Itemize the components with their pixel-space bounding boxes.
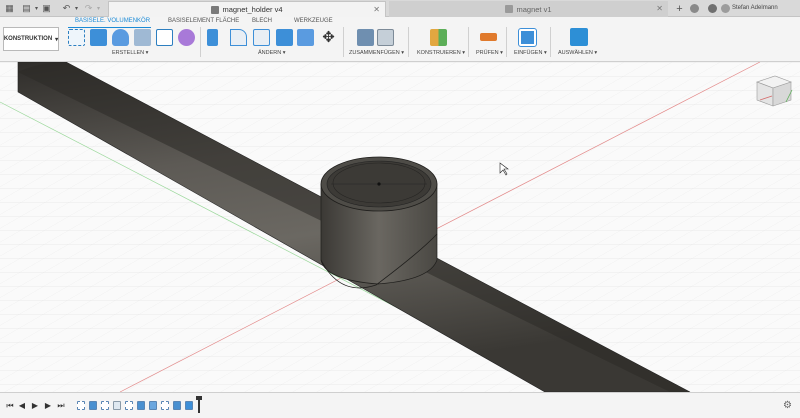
- group-construct[interactable]: KONSTRUIEREN ▾: [417, 50, 465, 56]
- joint-icon[interactable]: [377, 29, 394, 46]
- document-icon: [505, 5, 514, 13]
- redo-menu-icon[interactable]: ▾: [92, 2, 105, 15]
- notifications-icon[interactable]: [721, 4, 730, 13]
- fillet-icon[interactable]: [230, 29, 247, 46]
- close-icon[interactable]: ✕: [373, 5, 380, 14]
- shell-icon[interactable]: [276, 29, 293, 46]
- timeline-extrude-feature[interactable]: [89, 401, 97, 410]
- insert-image-icon[interactable]: [518, 28, 537, 47]
- canvas-viewport[interactable]: [0, 62, 800, 392]
- timeline-bar: ⏮ ◀ ▶ ▶ ⏭ ⚙: [0, 392, 800, 418]
- tab-sheet-metal[interactable]: BLECH: [252, 18, 272, 24]
- timeline-sketch-feature[interactable]: [101, 401, 109, 410]
- view-cube-icon[interactable]: [756, 75, 793, 107]
- group-assemble[interactable]: ZUSAMMENFÜGEN ▾: [349, 50, 404, 56]
- group-modify[interactable]: ÄNDERN ▾: [258, 50, 286, 56]
- timeline-fillet-feature[interactable]: [185, 401, 193, 410]
- timeline-combine-feature[interactable]: [149, 401, 157, 410]
- separator: [343, 27, 344, 57]
- create-sketch-icon[interactable]: [68, 29, 85, 46]
- timeline-sketch-feature[interactable]: [77, 401, 85, 410]
- document-tab-magnet-holder[interactable]: magnet_holder v4 ✕: [108, 1, 386, 17]
- group-insert[interactable]: EINFÜGEN ▾: [514, 50, 547, 56]
- model-scene[interactable]: [0, 62, 800, 392]
- move-icon[interactable]: ✥: [320, 29, 337, 46]
- plus-icon[interactable]: +: [673, 2, 686, 15]
- document-tab-label: magnet_holder v4: [222, 5, 283, 14]
- workspace-label: KONSTRUKTION: [3, 36, 53, 42]
- timeline-shell-feature[interactable]: [113, 401, 121, 410]
- play-icon[interactable]: ▶: [30, 400, 40, 411]
- separator: [408, 27, 409, 57]
- timeline-end-icon[interactable]: ⏭: [56, 400, 66, 411]
- document-tab-magnet[interactable]: magnet v1 ✕: [389, 1, 668, 17]
- select-cursor-icon[interactable]: [570, 28, 588, 46]
- help-icon[interactable]: [708, 4, 717, 13]
- tab-bar: ▦ ▤ ▾ ▣ ↶ ▾ ↷ ▾ magnet_holder v4 ✕ magne…: [0, 0, 800, 17]
- document-icon: [211, 5, 220, 14]
- apps-grid-icon[interactable]: ▦: [3, 2, 16, 15]
- extrude-icon[interactable]: [90, 29, 107, 46]
- separator: [200, 27, 201, 57]
- document-tab-label: magnet v1: [516, 4, 552, 14]
- timeline-extrude-feature[interactable]: [137, 401, 145, 410]
- group-create[interactable]: ERSTELLEN ▾: [112, 50, 148, 56]
- form-icon[interactable]: [178, 29, 195, 46]
- step-forward-icon[interactable]: ▶: [43, 400, 53, 411]
- measure-icon[interactable]: [480, 33, 497, 41]
- step-back-icon[interactable]: ◀: [17, 400, 27, 411]
- timeline-extrude-feature[interactable]: [173, 401, 181, 410]
- toolbar: KONSTRUKTION ▾ BASISELE. VOLUMENKÖR BASI…: [0, 17, 800, 62]
- center-point: [377, 182, 381, 186]
- save-icon[interactable]: ▣: [40, 2, 53, 15]
- gear-icon[interactable]: ⚙: [783, 400, 792, 411]
- active-tab-underline: [68, 27, 151, 28]
- pattern-icon[interactable]: [156, 29, 173, 46]
- separator: [550, 27, 551, 57]
- timeline-start-icon[interactable]: ⏮: [5, 400, 15, 411]
- user-name[interactable]: Stefan Adelmann: [732, 5, 778, 11]
- chamfer-icon[interactable]: [253, 29, 270, 46]
- close-icon[interactable]: ✕: [656, 4, 663, 13]
- chevron-down-icon: ▾: [55, 36, 59, 43]
- workspace-switcher[interactable]: KONSTRUKTION ▾: [3, 27, 59, 51]
- timeline-marker[interactable]: [198, 397, 200, 413]
- group-inspect[interactable]: PRÜFEN ▾: [476, 50, 503, 56]
- tab-solid[interactable]: BASISELE. VOLUMENKÖR: [75, 18, 150, 24]
- separator: [468, 27, 469, 57]
- group-select[interactable]: AUSWÄHLEN ▾: [558, 50, 597, 56]
- timeline-sketch-feature[interactable]: [125, 401, 133, 410]
- tab-surface[interactable]: BASISELEMENT FLÄCHE: [168, 18, 239, 24]
- construct-plane-icon[interactable]: [430, 29, 447, 46]
- cloud-icon[interactable]: [690, 4, 699, 13]
- separator: [506, 27, 507, 57]
- hole-icon[interactable]: [134, 29, 151, 46]
- revolve-icon[interactable]: [112, 29, 129, 46]
- combine-icon[interactable]: [297, 29, 314, 46]
- press-pull-icon[interactable]: [207, 29, 218, 46]
- timeline-sketch-feature[interactable]: [161, 401, 169, 410]
- tab-tools[interactable]: WERKZEUGE: [294, 18, 333, 24]
- new-component-icon[interactable]: [357, 29, 374, 46]
